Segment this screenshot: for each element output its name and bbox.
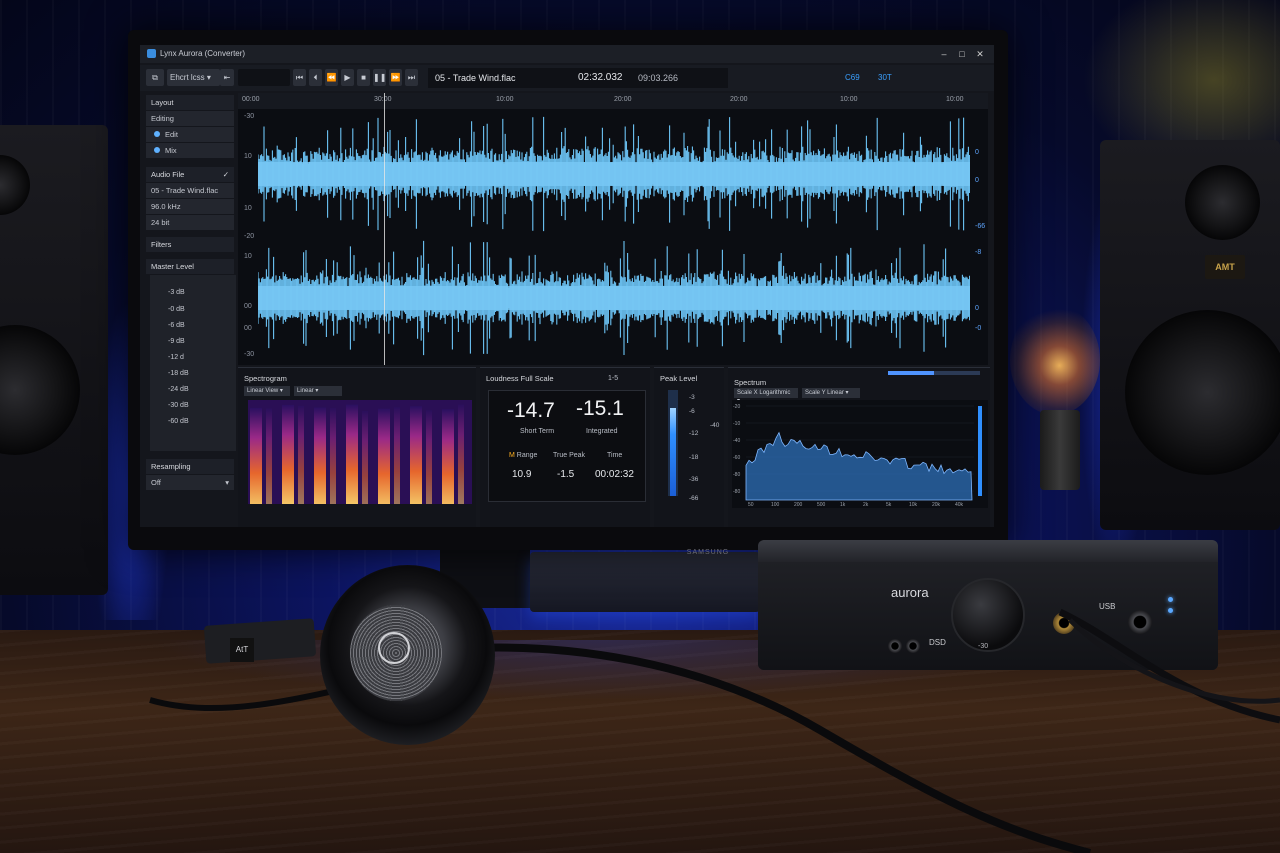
headphone-logo-icon [378,632,410,664]
headphone-tag: AtT [230,638,254,662]
headphone-cable [149,608,1280,853]
headphone-headband [203,618,317,664]
